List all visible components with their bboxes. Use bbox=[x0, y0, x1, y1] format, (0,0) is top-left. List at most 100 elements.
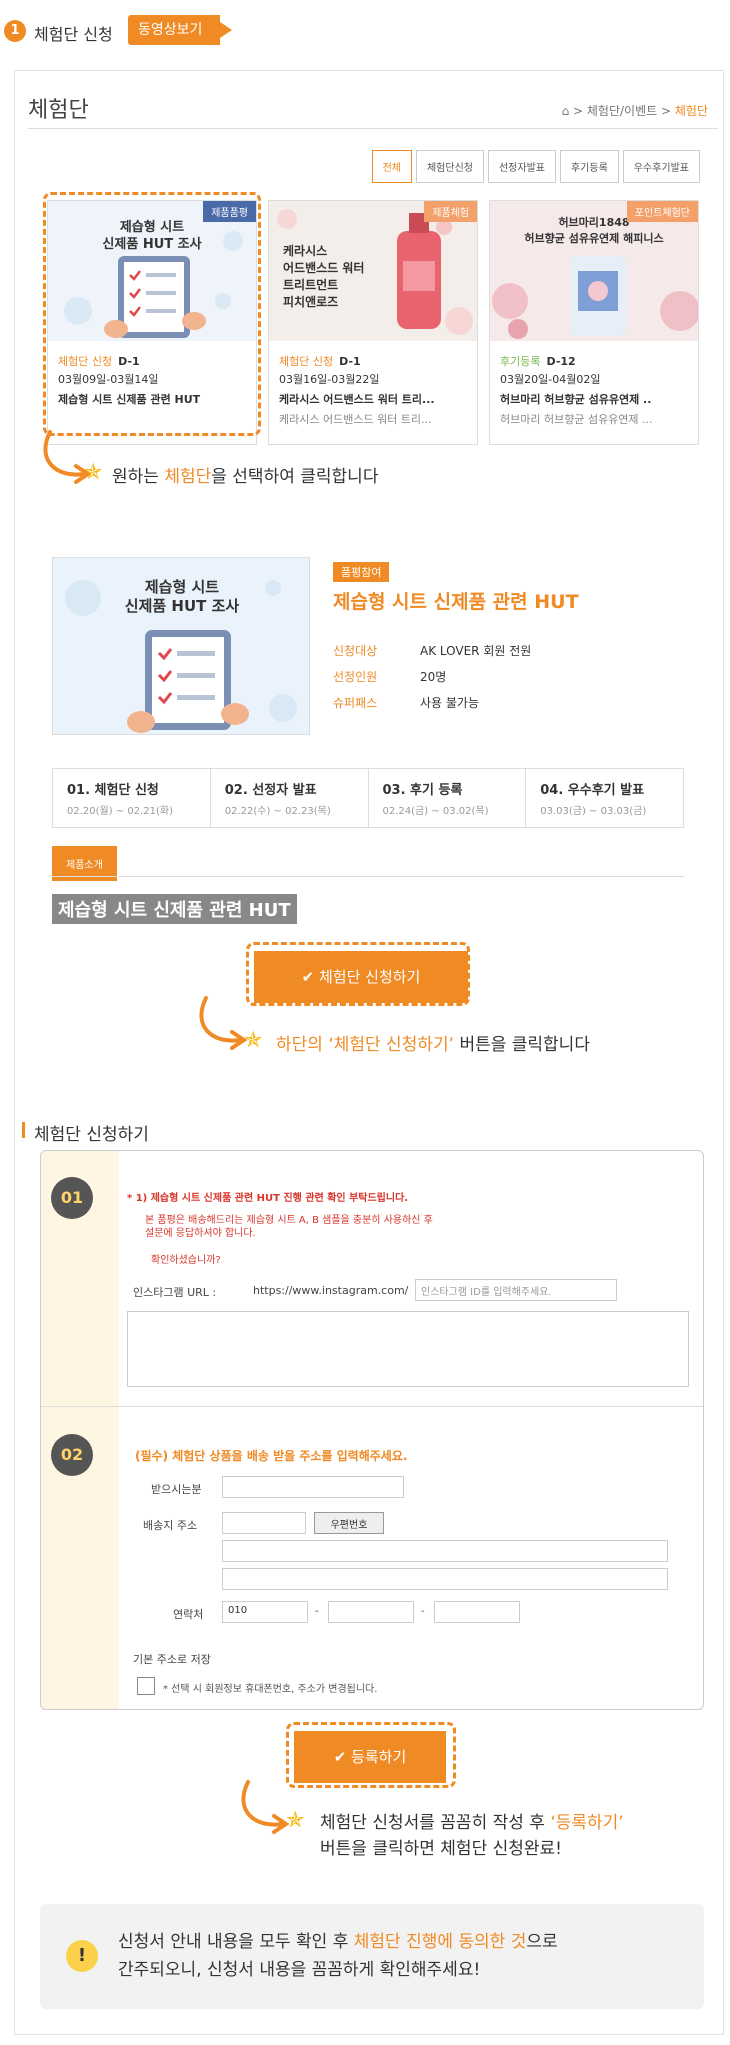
recipient-label: 받으시는분 bbox=[151, 1483, 202, 1496]
card-dday: D-1 bbox=[339, 355, 361, 368]
sparkle-star-icon: ✯ bbox=[244, 1028, 263, 1053]
highlight-box bbox=[43, 192, 261, 436]
home-icon[interactable]: ⌂ bbox=[562, 104, 570, 118]
address-label: 배송지 주소 bbox=[143, 1519, 198, 1532]
participation-badge: 품평참여 bbox=[333, 562, 390, 582]
save-address-label: 기본 주소로 저장 bbox=[133, 1653, 211, 1666]
timeline-step: 03. 후기 등록 02.24(금) ~ 03.02(목) bbox=[369, 769, 527, 827]
card-subtitle: 허브마리 허브향균 섬유유연제 ... bbox=[500, 413, 653, 426]
phone-last-input[interactable] bbox=[434, 1601, 520, 1623]
tab-best-review[interactable]: 우수후기발표 bbox=[622, 150, 700, 183]
timeline-step-title: 04. 우수후기 발표 bbox=[540, 783, 645, 798]
timeline-step-title: 03. 후기 등록 bbox=[382, 783, 463, 798]
divider bbox=[28, 128, 718, 129]
card-status: 후기등록 D-12 bbox=[500, 353, 576, 369]
instagram-url-prefix: https://www.instagram.com/ bbox=[253, 1284, 409, 1297]
timeline-step-title: 02. 선정자 발표 bbox=[224, 783, 317, 798]
divider bbox=[52, 876, 684, 877]
phone-label: 연락처 bbox=[173, 1608, 204, 1621]
detail-label: 슈퍼패스 bbox=[333, 696, 378, 710]
product-heading: 제습형 시트 신제품 관련 HUT bbox=[52, 894, 297, 924]
exclamation-icon: ! bbox=[66, 1940, 98, 1972]
zip-code-button[interactable]: 우편번호 bbox=[314, 1512, 384, 1534]
step-title: 체험단 신청 bbox=[34, 25, 113, 44]
form-sidebar bbox=[41, 1151, 119, 1709]
tab-all[interactable]: 전체 bbox=[371, 150, 412, 183]
highlight-box bbox=[286, 1722, 456, 1788]
card-status: 체험단 신청 D-1 bbox=[279, 353, 361, 369]
experience-card[interactable]: 케라시스 어드밴스드 워터 트리트먼트 피치앤로즈 제품체험 체험단 신청 D-1… bbox=[268, 200, 478, 445]
timeline-step-date: 03.03(금) ~ 03.03(금) bbox=[540, 806, 647, 817]
instagram-label: 인스타그램 URL : bbox=[133, 1286, 217, 1299]
curved-arrow-icon bbox=[43, 430, 92, 484]
address-line1-input[interactable] bbox=[222, 1540, 668, 1562]
card-image-title: 케라시스 어드밴스드 워터 트리트먼트 피치앤로즈 bbox=[283, 244, 365, 309]
answer-textarea[interactable] bbox=[127, 1311, 689, 1387]
phone-middle-input[interactable] bbox=[328, 1601, 414, 1623]
notice-highlight: 체험단 진행에 동의한 것 bbox=[353, 1932, 527, 1952]
detail-label: 신청대상 bbox=[333, 644, 378, 658]
schedule-timeline: 01. 체험단 신청 02.20(월) ~ 02.21(화) 02. 선정자 발표… bbox=[52, 768, 684, 828]
card-badge: 포인트체험단 bbox=[626, 201, 698, 222]
highlight-box bbox=[246, 942, 470, 1006]
card-date: 03월16일-03월22일 bbox=[279, 373, 380, 386]
sparkle-star-icon: ✯ bbox=[84, 460, 103, 485]
instruction-text: 체험단 신청서를 꼼꼼히 작성 후 ‘등록하기’ 버튼을 클릭하면 체험단 신청… bbox=[320, 1810, 624, 1862]
product-title: 제습형 시트 신제품 관련 HUT bbox=[333, 591, 579, 613]
tab-winners[interactable]: 선정자발표 bbox=[487, 150, 556, 183]
notice-line2: 간주되오니, 신청서 내용을 꼼꼼하게 확인해주세요! bbox=[118, 1960, 481, 1980]
instruction-highlight: ‘체험단 신청하기’ bbox=[328, 1035, 455, 1055]
timeline-step-date: 02.24(금) ~ 03.02(목) bbox=[382, 806, 489, 817]
card-badge: 제품체험 bbox=[424, 201, 477, 222]
card-status-label: 후기등록 bbox=[500, 355, 541, 368]
zip-code-input[interactable] bbox=[222, 1512, 306, 1534]
detail-image-title: 제습형 시트 신제품 HUT 조사 bbox=[124, 578, 240, 615]
card-dday: D-12 bbox=[546, 355, 576, 368]
instruction-post: 을 선택하여 클릭합니다 bbox=[211, 467, 379, 487]
timeline-step-title: 01. 체험단 신청 bbox=[67, 783, 159, 798]
sparkle-star-icon: ✯ bbox=[286, 1808, 305, 1833]
detail-value: AK LOVER 회원 전원 bbox=[420, 644, 532, 658]
notice-text: 신청서 안내 내용을 모두 확인 후 체험단 진행에 동의한 것으로 간주되오니… bbox=[118, 1928, 558, 1984]
instruction-text: 하단의 ‘체험단 신청하기’ 버튼을 클릭합니다 bbox=[276, 1030, 590, 1055]
notice-pre: 신청서 안내 내용을 모두 확인 후 bbox=[118, 1932, 349, 1952]
filter-tabs: 전체 체험단신청 선정자발표 후기등록 우수후기발표 bbox=[368, 150, 700, 183]
instruction-text: 원하는 체험단을 선택하여 클릭합니다 bbox=[112, 462, 378, 487]
section-marker bbox=[22, 1122, 25, 1138]
phone-prefix-input[interactable]: 010 bbox=[222, 1601, 308, 1623]
step-number: 1 bbox=[4, 20, 26, 42]
question-note: 확인하셨습니까? bbox=[151, 1255, 221, 1266]
question-note: 설문에 응답하셔야 합니다. bbox=[145, 1228, 256, 1239]
experience-card[interactable]: 허브마리1848 허브향균 섬유유연제 해피니스 포인트체험단 후기등록 D-12… bbox=[489, 200, 699, 445]
timeline-step: 04. 우수후기 발표 03.03(금) ~ 03.03(금) bbox=[526, 769, 683, 827]
form-divider bbox=[41, 1406, 703, 1407]
question-title: (필수) 체험단 상품을 배송 받을 주소를 입력해주세요. bbox=[135, 1449, 408, 1463]
detail-value: 20명 bbox=[420, 670, 447, 684]
address-line2-input[interactable] bbox=[222, 1568, 668, 1590]
card-name: 허브마리 허브향균 섬유유연제 .. bbox=[500, 393, 652, 406]
recipient-input[interactable] bbox=[222, 1476, 404, 1498]
instruction-pre: 하단의 bbox=[276, 1035, 323, 1055]
save-address-checkbox[interactable] bbox=[137, 1677, 155, 1695]
question-number: 01 bbox=[51, 1177, 93, 1219]
instruction-pre: 체험단 신청서를 꼼꼼히 작성 후 bbox=[320, 1813, 545, 1833]
breadcrumb-path[interactable]: > 체험단/이벤트 > bbox=[573, 104, 671, 118]
card-image: 케라시스 어드밴스드 워터 트리트먼트 피치앤로즈 제품체험 bbox=[269, 201, 477, 341]
tab-apply[interactable]: 체험단신청 bbox=[415, 150, 484, 183]
notice-post: 으로 bbox=[526, 1932, 558, 1952]
card-subtitle: 케라시스 어드밴스드 워터 트리... bbox=[279, 413, 432, 426]
card-status-label: 체험단 신청 bbox=[279, 355, 334, 368]
page-title: 체험단 bbox=[28, 98, 89, 123]
timeline-step: 01. 체험단 신청 02.20(월) ~ 02.21(화) bbox=[53, 769, 211, 827]
timeline-step-date: 02.22(수) ~ 02.23(목) bbox=[224, 806, 331, 817]
video-button[interactable]: 동영상보기 bbox=[128, 15, 232, 45]
tab-review[interactable]: 후기등록 bbox=[559, 150, 619, 183]
breadcrumb: ⌂ > 체험단/이벤트 > 체험단 bbox=[562, 102, 708, 119]
detail-value: 사용 불가능 bbox=[420, 696, 480, 710]
application-form: 01 * 1) 제습형 시트 신제품 관련 HUT 진행 관련 확인 부탁드립니… bbox=[40, 1150, 704, 1710]
timeline-step: 02. 선정자 발표 02.22(수) ~ 02.23(목) bbox=[211, 769, 369, 827]
timeline-step-date: 02.20(월) ~ 02.21(화) bbox=[67, 806, 173, 817]
instagram-id-input[interactable]: 인스타그램 ID를 입력해주세요. bbox=[415, 1279, 617, 1301]
instruction-post: 버튼을 클릭합니다 bbox=[459, 1035, 590, 1055]
breadcrumb-current: 체험단 bbox=[674, 104, 708, 118]
